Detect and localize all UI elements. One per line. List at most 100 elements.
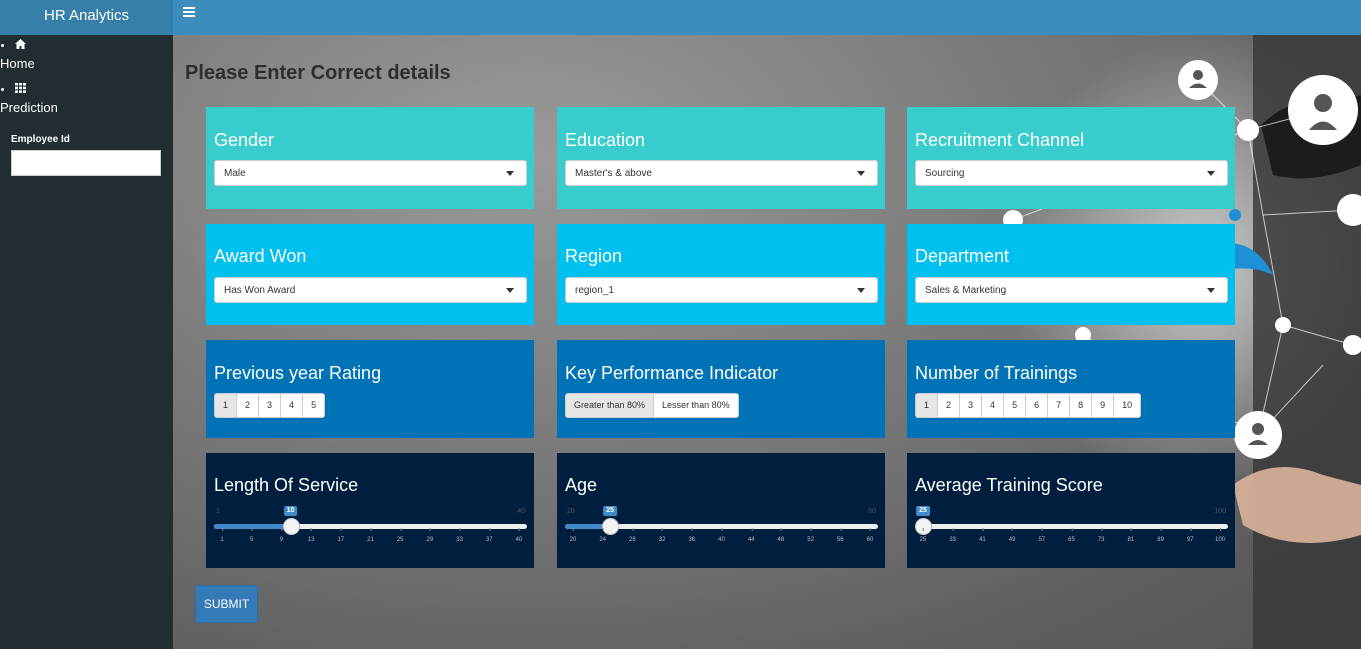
slider-tick-label: 29 <box>427 528 433 543</box>
caret-down-icon <box>1207 171 1215 176</box>
slider-tick-label: 9 <box>280 528 283 543</box>
trainings-option[interactable]: 9 <box>1091 393 1115 418</box>
page-title: Please Enter Correct details <box>185 62 451 84</box>
trainings-option[interactable]: 4 <box>981 393 1005 418</box>
slider-ticks: 1 5 9 13 17 21 25 29 33 37 40 <box>214 528 527 550</box>
slider-tick-label: 73 <box>1098 528 1105 543</box>
slider-tick-label: 20 <box>570 528 576 543</box>
kpi-option[interactable]: Lesser than 80% <box>653 393 739 418</box>
rating-option[interactable]: 4 <box>280 393 304 418</box>
slider-value-label: 10 <box>283 506 298 516</box>
kpi-option[interactable]: Greater than 80% <box>565 393 655 418</box>
slider-tick-label: 49 <box>1009 528 1015 543</box>
trainings-option[interactable]: 7 <box>1047 393 1071 418</box>
rating-option[interactable]: 1 <box>214 393 238 418</box>
slider-tick-label: 41 <box>979 528 986 543</box>
length-of-service-slider[interactable]: 1 40 10 1 5 9 13 17 21 25 29 33 37 40 <box>214 506 527 558</box>
trainings-option[interactable]: 8 <box>1069 393 1093 418</box>
sidebar-toggle-icon[interactable] <box>183 7 195 19</box>
slider-value-label: 25 <box>916 506 930 516</box>
trainings-option[interactable]: 1 <box>915 393 939 418</box>
slider-max-label: 40 <box>517 508 525 515</box>
slider-tick-label: 56 <box>837 528 844 543</box>
box-title: Key Performance Indicator <box>565 363 779 383</box>
box-title: Recruitment Channel <box>915 130 1085 150</box>
select-value: Male <box>224 168 246 179</box>
slider-tick-label: 65 <box>1068 528 1075 543</box>
slider-tick-label: 17 <box>337 528 344 543</box>
employee-id-label: Employee Id <box>11 134 70 145</box>
select-value: Sourcing <box>925 168 965 179</box>
trainings-option[interactable]: 5 <box>1003 393 1027 418</box>
slider-tick-label: 36 <box>688 528 695 543</box>
slider-tick-label: 5 <box>250 528 253 543</box>
slider-tick-label: 57 <box>1038 528 1045 543</box>
employee-id-input[interactable] <box>11 150 161 176</box>
select-value: Has Won Award <box>224 285 296 296</box>
award-won-select[interactable]: Has Won Award <box>214 277 527 303</box>
caret-down-icon <box>1207 288 1215 293</box>
slider-tick-label: 44 <box>748 528 755 543</box>
average-training-score-slider[interactable]: 25 100 25 25 33 41 49 57 65 73 81 89 97 100 <box>915 506 1228 558</box>
box-title: Award Won <box>214 246 307 266</box>
award-won-box: Award Won Has Won Award <box>206 224 534 325</box>
app-title: HR Analytics <box>43 7 130 24</box>
slider-tick-label: 37 <box>486 528 493 543</box>
slider-tick-label: 60 <box>867 528 873 543</box>
box-title: Department <box>915 246 1010 266</box>
slider-tick-label: 24 <box>599 528 606 543</box>
box-title: Average Training Score <box>915 475 1103 495</box>
number-of-trainings-box: Number of Trainings 1 2 3 4 5 6 7 8 9 10 <box>907 340 1235 438</box>
gender-select[interactable]: Male <box>214 160 527 186</box>
education-box: Education Master's & above <box>557 107 885 209</box>
bullet-dot <box>1 88 4 91</box>
sidebar: Home Prediction Employee Id <box>0 35 173 649</box>
region-select[interactable]: region_1 <box>565 277 878 303</box>
department-box: Department Sales & Marketing <box>907 224 1235 325</box>
sidebar-item-prediction[interactable]: Prediction <box>0 79 173 117</box>
slider-max-label: 60 <box>868 508 876 515</box>
box-title: Region <box>565 246 623 266</box>
box-title: Education <box>565 130 646 150</box>
top-navbar <box>173 0 1361 35</box>
home-icon <box>15 39 26 49</box>
slider-tick-label: 40 <box>718 528 725 543</box>
kpi-button-group: Greater than 80% Lesser than 80% <box>565 393 739 418</box>
recruitment-channel-select[interactable]: Sourcing <box>915 160 1228 186</box>
age-box: Age 20 60 25 20 24 28 32 36 40 44 48 52 56 60 <box>557 453 885 568</box>
box-title: Gender <box>214 130 275 150</box>
bullet-dot <box>1 44 4 47</box>
sidebar-item-home[interactable]: Home <box>0 35 173 73</box>
slider-tick-label: 81 <box>1128 528 1134 543</box>
rating-option[interactable]: 2 <box>236 393 260 418</box>
box-title: Length Of Service <box>214 475 359 495</box>
app-logo[interactable]: HR Analytics <box>0 0 173 35</box>
box-title: Number of Trainings <box>915 363 1078 383</box>
age-slider[interactable]: 20 60 25 20 24 28 32 36 40 44 48 52 56 60 <box>565 506 878 558</box>
rating-button-group: 1 2 3 4 5 <box>214 393 326 418</box>
slider-max-label: 100 <box>1214 508 1226 515</box>
trainings-option[interactable]: 6 <box>1025 393 1049 418</box>
slider-ticks: 25 33 41 49 57 65 73 81 89 97 100 <box>915 528 1228 550</box>
slider-tick-label: 28 <box>629 528 636 543</box>
education-select[interactable]: Master's & above <box>565 160 878 186</box>
slider-tick-label: 21 <box>367 528 374 543</box>
select-value: Sales & Marketing <box>925 285 1007 296</box>
slider-ticks: 20 24 28 32 36 40 44 48 52 56 60 <box>565 528 878 550</box>
box-title: Age <box>565 475 598 495</box>
rating-option[interactable]: 3 <box>258 393 282 418</box>
slider-tick-label: 100 <box>1215 528 1225 543</box>
trainings-option[interactable]: 2 <box>937 393 961 418</box>
caret-down-icon <box>506 288 514 293</box>
rating-option[interactable]: 5 <box>302 393 326 418</box>
slider-min-label: 20 <box>567 508 575 515</box>
trainings-option[interactable]: 3 <box>959 393 983 418</box>
department-select[interactable]: Sales & Marketing <box>915 277 1228 303</box>
main-content: Please Enter Correct details Gender Male… <box>173 35 1361 649</box>
trainings-option[interactable]: 10 <box>1113 393 1142 418</box>
submit-button[interactable]: SUBMIT <box>195 585 258 623</box>
kpi-box: Key Performance Indicator Greater than 8… <box>557 340 885 438</box>
caret-down-icon <box>857 288 865 293</box>
slider-tick-label: 32 <box>659 528 665 543</box>
slider-tick-label: 40 <box>516 528 522 543</box>
